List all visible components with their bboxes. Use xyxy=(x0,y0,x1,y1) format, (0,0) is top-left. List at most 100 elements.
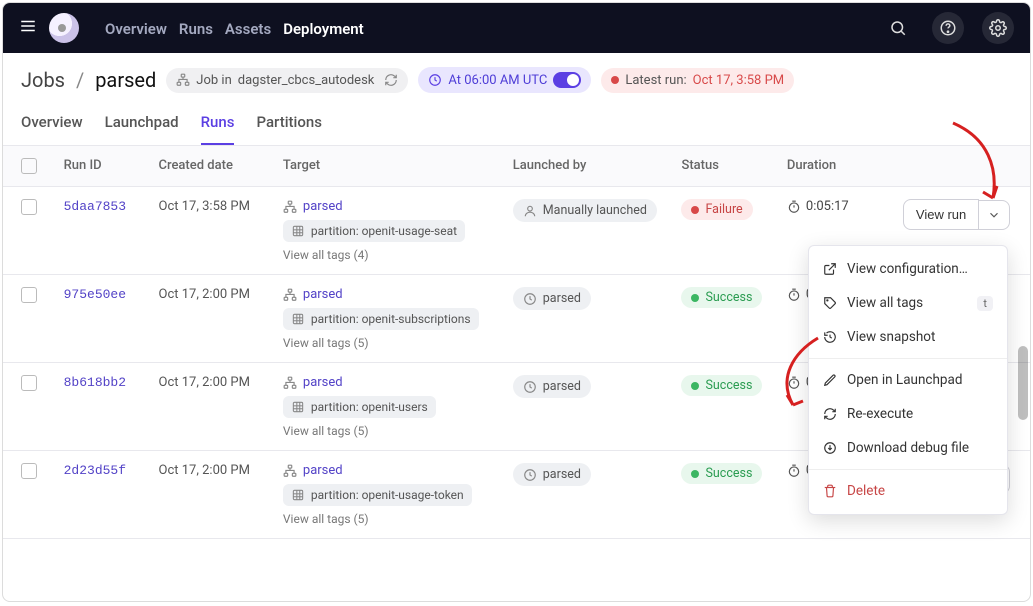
view-run-button[interactable]: View run xyxy=(903,199,979,230)
partition-icon xyxy=(291,400,305,414)
nav-deployment[interactable]: Deployment xyxy=(277,16,370,42)
hamburger-icon[interactable] xyxy=(19,17,37,39)
partition-tag[interactable]: partition: openit-subscriptions xyxy=(283,308,479,330)
col-header: Launched by xyxy=(503,146,672,187)
view-all-tags-link[interactable]: View all tags (5) xyxy=(283,512,493,526)
col-header xyxy=(893,146,1030,187)
breadcrumb-current: parsed xyxy=(95,68,156,92)
run-id-link[interactable]: 975e50ee xyxy=(64,287,126,302)
breadcrumb-sep: / xyxy=(76,68,84,92)
tab-launchpad[interactable]: Launchpad xyxy=(105,107,179,145)
job-tree-icon xyxy=(176,73,190,87)
run-id-link[interactable]: 8b618bb2 xyxy=(64,375,126,390)
run-id-link[interactable]: 5daa7853 xyxy=(64,199,126,214)
menu-download-debug[interactable]: Download debug file xyxy=(809,431,1007,465)
job-tree-icon xyxy=(283,464,297,478)
help-icon[interactable] xyxy=(932,12,964,44)
created-date: Oct 17, 2:00 PM xyxy=(149,275,273,363)
status-badge: Success xyxy=(681,375,762,396)
run-actions-caret[interactable] xyxy=(979,200,1010,230)
target-job-link[interactable]: parsed xyxy=(283,375,493,390)
partition-tag[interactable]: partition: openit-users xyxy=(283,396,436,418)
menu-view-snapshot[interactable]: View snapshot xyxy=(809,320,1007,354)
job-location-pill[interactable]: Job in dagster_cbcs_autodesk xyxy=(166,68,408,93)
menu-open-launchpad[interactable]: Open in Launchpad xyxy=(809,363,1007,397)
keyboard-shortcut: t xyxy=(977,296,993,311)
refresh-icon xyxy=(823,407,837,421)
col-header: Created date xyxy=(149,146,273,187)
schedule-label: At 06:00 AM UTC xyxy=(448,73,547,88)
row-checkbox[interactable] xyxy=(21,375,37,391)
launched-by-pill[interactable]: parsed xyxy=(513,463,591,486)
partition-icon xyxy=(291,312,305,326)
tab-overview[interactable]: Overview xyxy=(21,107,83,145)
run-id-link[interactable]: 2d23d55f xyxy=(64,463,126,478)
menu-view-all-tags[interactable]: View all tags t xyxy=(809,286,1007,320)
col-header: Duration xyxy=(777,146,893,187)
scrollbar-thumb[interactable] xyxy=(1018,346,1028,420)
partition-tag[interactable]: partition: openit-usage-seat xyxy=(283,220,465,242)
job-tree-icon xyxy=(283,200,297,214)
timer-icon xyxy=(787,288,801,302)
target-job-link[interactable]: parsed xyxy=(283,463,493,478)
launched-by-pill[interactable]: Manually launched xyxy=(513,199,657,222)
tab-partitions[interactable]: Partitions xyxy=(256,107,321,145)
person-icon xyxy=(523,204,537,218)
nav-assets[interactable]: Assets xyxy=(219,16,277,42)
status-badge: Success xyxy=(681,287,762,308)
status-badge: Success xyxy=(681,463,762,484)
job-location-name: dagster_cbcs_autodesk xyxy=(238,73,375,88)
menu-delete[interactable]: Delete xyxy=(809,474,1007,508)
target-job-link[interactable]: parsed xyxy=(283,199,493,214)
clock-icon xyxy=(428,73,442,87)
gear-icon[interactable] xyxy=(982,12,1014,44)
pencil-icon xyxy=(823,373,837,387)
subheader: Jobs / parsed Job in dagster_cbcs_autode… xyxy=(3,53,1030,93)
run-actions-menu: View configuration… View all tags t View… xyxy=(808,245,1008,515)
created-date: Oct 17, 2:00 PM xyxy=(149,451,273,539)
status-dot-icon xyxy=(611,76,619,84)
launched-by-pill[interactable]: parsed xyxy=(513,287,591,310)
target-job-link[interactable]: parsed xyxy=(283,287,493,302)
breadcrumb-root[interactable]: Jobs xyxy=(21,68,65,92)
job-tabs: Overview Launchpad Runs Partitions xyxy=(3,93,1030,146)
download-icon xyxy=(823,441,837,455)
latest-run-value: Oct 17, 3:58 PM xyxy=(693,73,784,88)
refresh-icon[interactable] xyxy=(384,73,398,87)
row-checkbox[interactable] xyxy=(21,199,37,215)
tab-runs[interactable]: Runs xyxy=(201,107,235,145)
clock-icon xyxy=(523,468,537,482)
schedule-toggle[interactable] xyxy=(553,72,581,88)
view-all-tags-link[interactable]: View all tags (5) xyxy=(283,336,493,350)
view-all-tags-link[interactable]: View all tags (5) xyxy=(283,424,493,438)
row-checkbox[interactable] xyxy=(21,287,37,303)
clock-icon xyxy=(523,380,537,394)
trash-icon xyxy=(823,484,837,498)
menu-view-configuration[interactable]: View configuration… xyxy=(809,252,1007,286)
view-all-tags-link[interactable]: View all tags (4) xyxy=(283,248,493,262)
created-date: Oct 17, 3:58 PM xyxy=(149,187,273,275)
col-header xyxy=(3,146,54,187)
clock-icon xyxy=(523,292,537,306)
nav-overview[interactable]: Overview xyxy=(99,16,173,42)
search-icon[interactable] xyxy=(882,12,914,44)
timer-icon xyxy=(787,464,801,478)
partition-tag[interactable]: partition: openit-usage-token xyxy=(283,484,472,506)
app-logo[interactable] xyxy=(49,13,79,43)
schedule-pill[interactable]: At 06:00 AM UTC xyxy=(418,67,591,93)
timer-icon xyxy=(787,200,801,214)
row-checkbox[interactable] xyxy=(21,463,37,479)
job-tree-icon xyxy=(283,288,297,302)
duration-value: 0:05:17 xyxy=(787,199,883,214)
menu-re-execute[interactable]: Re-execute xyxy=(809,397,1007,431)
nav-runs[interactable]: Runs xyxy=(173,16,219,42)
partition-icon xyxy=(291,488,305,502)
job-location-prefix: Job in xyxy=(196,73,231,88)
launched-by-pill[interactable]: parsed xyxy=(513,375,591,398)
col-header: Status xyxy=(671,146,776,187)
latest-run-label: Latest run: xyxy=(625,73,686,88)
top-nav: OverviewRunsAssetsDeployment xyxy=(3,3,1030,53)
latest-run-pill[interactable]: Latest run: Oct 17, 3:58 PM xyxy=(601,68,794,93)
col-header: Target xyxy=(273,146,503,187)
select-all-checkbox[interactable] xyxy=(21,158,37,174)
